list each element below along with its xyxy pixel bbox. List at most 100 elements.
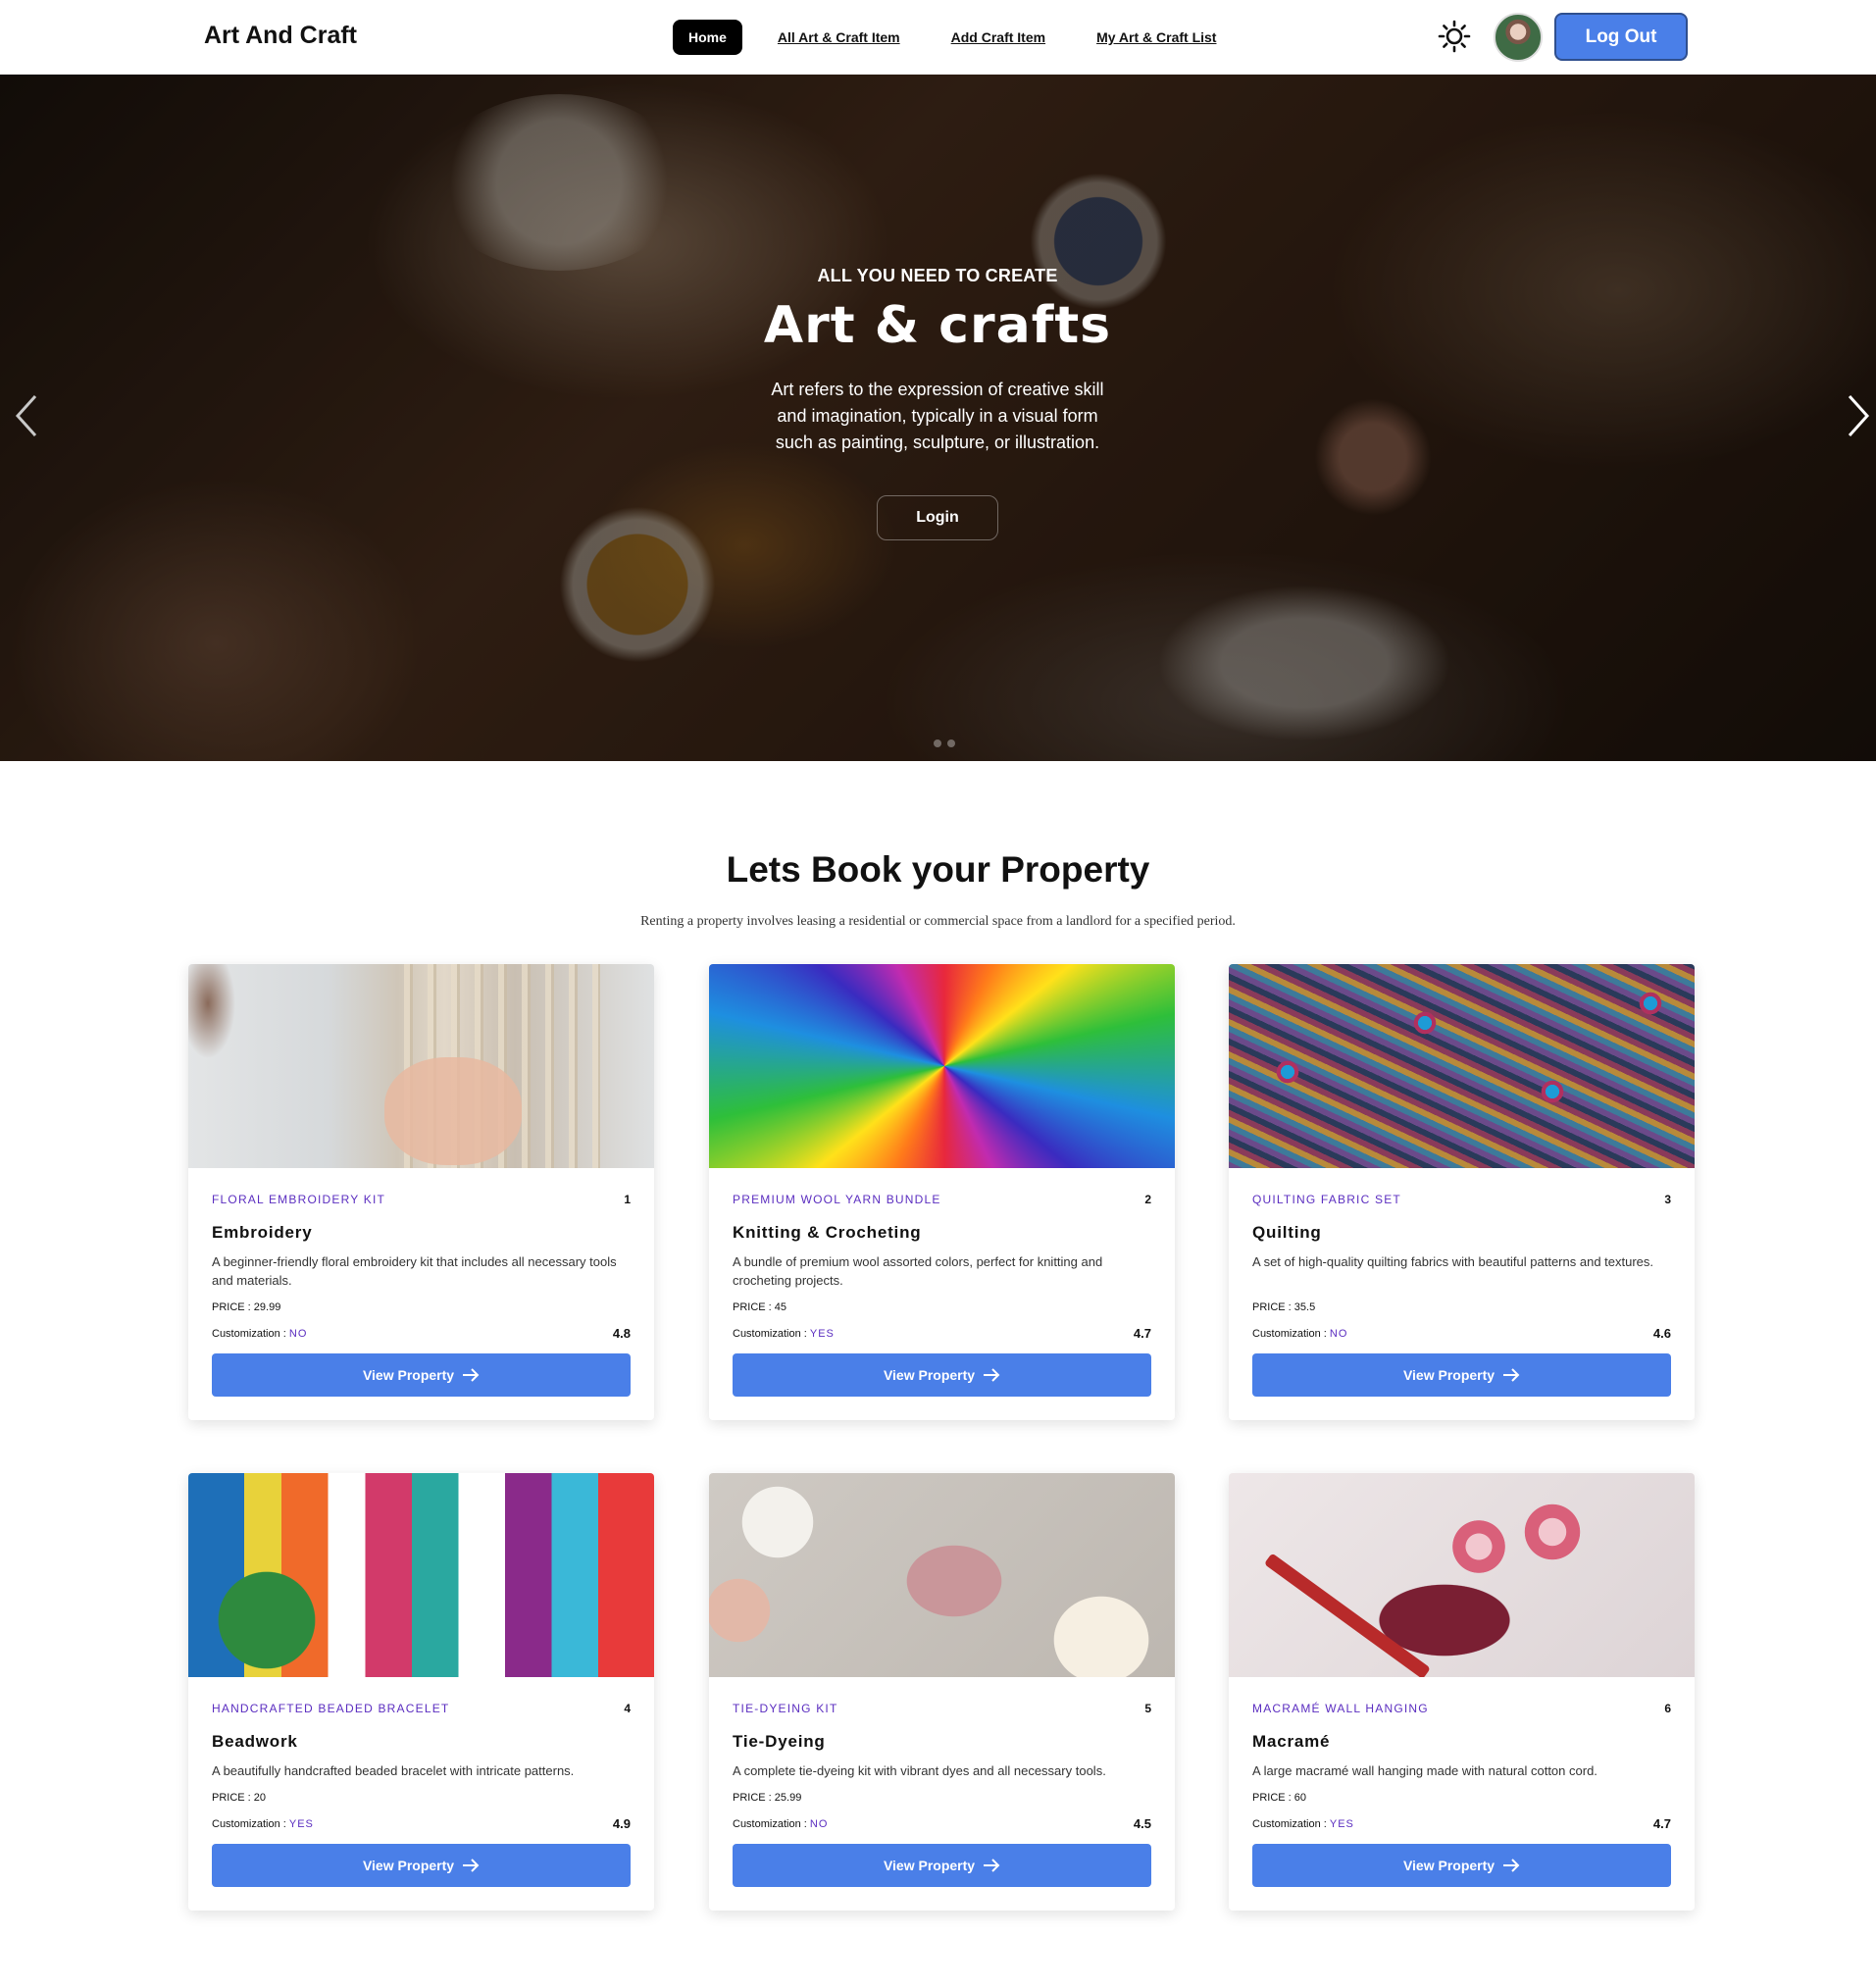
card-price: PRICE : 60 xyxy=(1252,1792,1671,1804)
card-subcategory: Quilting xyxy=(1252,1223,1322,1242)
card-subcategory: Embroidery xyxy=(212,1223,313,1242)
card-customization: Customization : YES xyxy=(733,1328,835,1340)
craft-card: TIE-DYEING KIT 5 Tie-Dyeing A complete t… xyxy=(709,1473,1175,1911)
card-image-quilts xyxy=(188,1473,654,1677)
card-price: PRICE : 45 xyxy=(733,1301,1151,1313)
card-item-id: 3 xyxy=(1664,1193,1671,1206)
customization-label: Customization : xyxy=(733,1327,810,1340)
card-customization: Customization : NO xyxy=(1252,1328,1347,1340)
view-property-button[interactable]: View Property xyxy=(212,1353,631,1397)
hero-text: Art refers to the expression of creative… xyxy=(771,380,1104,452)
customization-label: Customization : xyxy=(1252,1327,1330,1340)
arrow-right-icon xyxy=(1503,1859,1520,1872)
view-property-button[interactable]: View Property xyxy=(212,1844,631,1887)
card-item-name: QUILTING FABRIC SET xyxy=(1252,1193,1401,1206)
card-item-id: 6 xyxy=(1664,1702,1671,1715)
nav-link-add-item[interactable]: Add Craft Item xyxy=(951,29,1045,45)
card-customization: Customization : YES xyxy=(1252,1818,1354,1830)
price-value: 29.99 xyxy=(253,1301,281,1313)
hero-carousel: ALL YOU NEED TO CREATE Art & crafts Art … xyxy=(0,75,1876,761)
card-item-name: HANDCRAFTED BEADED BRACELET xyxy=(212,1702,450,1715)
view-property-label: View Property xyxy=(883,1367,976,1383)
price-label: PRICE : xyxy=(1252,1301,1294,1313)
navbar: Art And Craft Home All Art & Craft Item … xyxy=(0,0,1876,75)
view-property-label: View Property xyxy=(1402,1367,1496,1383)
card-customization: Customization : YES xyxy=(212,1818,314,1830)
card-item-name: TIE-DYEING KIT xyxy=(733,1702,838,1715)
card-description: A beautifully handcrafted beaded bracele… xyxy=(212,1763,575,1778)
card-subcategory: Knitting & Crocheting xyxy=(733,1223,922,1242)
card-customization: Customization : NO xyxy=(212,1328,307,1340)
nav-link-my-list[interactable]: My Art & Craft List xyxy=(1096,29,1216,45)
customization-value: YES xyxy=(1329,1817,1354,1830)
card-description: A set of high-quality quilting fabrics w… xyxy=(1252,1254,1654,1269)
customization-label: Customization : xyxy=(212,1327,289,1340)
card-item-name: MACRAMÉ WALL HANGING xyxy=(1252,1702,1429,1715)
brand-logo-text[interactable]: Art And Craft xyxy=(204,22,357,50)
card-item-name: FLORAL EMBROIDERY KIT xyxy=(212,1193,386,1206)
craft-card: PREMIUM WOOL YARN BUNDLE 2 Knitting & Cr… xyxy=(709,964,1175,1420)
carousel-dot[interactable] xyxy=(947,739,955,747)
card-image-tie-dye-spiral xyxy=(709,964,1175,1168)
card-description: A bundle of premium wool assorted colors… xyxy=(733,1254,1103,1288)
price-label: PRICE : xyxy=(212,1301,254,1313)
card-item-id: 5 xyxy=(1144,1702,1151,1715)
card-price: PRICE : 35.5 xyxy=(1252,1301,1671,1313)
view-property-button[interactable]: View Property xyxy=(733,1353,1151,1397)
arrow-right-icon xyxy=(984,1368,1000,1382)
chevron-left-icon[interactable] xyxy=(12,394,41,437)
customization-value: YES xyxy=(288,1817,314,1830)
card-subcategory: Beadwork xyxy=(212,1732,298,1751)
nav-link-all-items[interactable]: All Art & Craft Item xyxy=(778,29,900,45)
craft-card: MACRAMÉ WALL HANGING 6 Macramé A large m… xyxy=(1229,1473,1695,1911)
price-value: 25.99 xyxy=(774,1792,802,1804)
price-label: PRICE : xyxy=(212,1792,254,1804)
view-property-label: View Property xyxy=(1402,1858,1496,1873)
hero-kicker: ALL YOU NEED TO CREATE xyxy=(817,266,1058,285)
card-rating: 4.5 xyxy=(1133,1816,1151,1831)
carousel-dots xyxy=(934,739,955,747)
card-subcategory: Macramé xyxy=(1252,1732,1331,1751)
hero-login-button[interactable]: Login xyxy=(877,495,998,540)
card-rating: 4.6 xyxy=(1652,1326,1671,1341)
section-title: Lets Book your Property xyxy=(726,849,1150,890)
nav-link-home[interactable]: Home xyxy=(673,20,742,55)
customization-value: NO xyxy=(288,1327,308,1340)
view-property-button[interactable]: View Property xyxy=(733,1844,1151,1887)
view-property-button[interactable]: View Property xyxy=(1252,1844,1671,1887)
section-subtitle: Renting a property involves leasing a re… xyxy=(640,914,1236,929)
customization-label: Customization : xyxy=(212,1817,289,1830)
card-price: PRICE : 29.99 xyxy=(212,1301,631,1313)
card-image-beadwork-pattern xyxy=(1229,964,1695,1168)
craft-card: HANDCRAFTED BEADED BRACELET 4 Beadwork A… xyxy=(188,1473,654,1911)
price-value: 35.5 xyxy=(1293,1301,1316,1313)
customization-value: YES xyxy=(809,1327,835,1340)
arrow-right-icon xyxy=(463,1859,480,1872)
price-label: PRICE : xyxy=(1252,1792,1294,1804)
sun-icon[interactable] xyxy=(1438,20,1471,53)
card-rating: 4.7 xyxy=(1133,1326,1151,1341)
customization-value: NO xyxy=(809,1817,829,1830)
card-image-macrame-hands xyxy=(188,964,654,1168)
card-item-id: 4 xyxy=(624,1702,631,1715)
card-item-name: PREMIUM WOOL YARN BUNDLE xyxy=(733,1193,941,1206)
hero-content: ALL YOU NEED TO CREATE Art & crafts Art … xyxy=(741,266,1134,540)
carousel-dot[interactable] xyxy=(934,739,941,747)
user-avatar[interactable] xyxy=(1494,13,1543,62)
nav-links: Home All Art & Craft Item Add Craft Item… xyxy=(673,20,1267,55)
arrow-right-icon xyxy=(984,1859,1000,1872)
price-value: 60 xyxy=(1293,1792,1307,1804)
card-item-id: 1 xyxy=(624,1193,631,1206)
chevron-right-icon[interactable] xyxy=(1844,394,1873,437)
customization-value: NO xyxy=(1329,1327,1348,1340)
card-image-crochet-hands xyxy=(709,1473,1175,1677)
price-value: 20 xyxy=(253,1792,267,1804)
card-price: PRICE : 25.99 xyxy=(733,1792,1151,1804)
view-property-button[interactable]: View Property xyxy=(1252,1353,1671,1397)
logout-button[interactable]: Log Out xyxy=(1554,13,1688,61)
view-property-label: View Property xyxy=(883,1858,976,1873)
customization-label: Customization : xyxy=(1252,1817,1330,1830)
card-image-embroidery-flowers xyxy=(1229,1473,1695,1677)
price-value: 45 xyxy=(774,1301,787,1313)
view-property-label: View Property xyxy=(362,1858,455,1873)
